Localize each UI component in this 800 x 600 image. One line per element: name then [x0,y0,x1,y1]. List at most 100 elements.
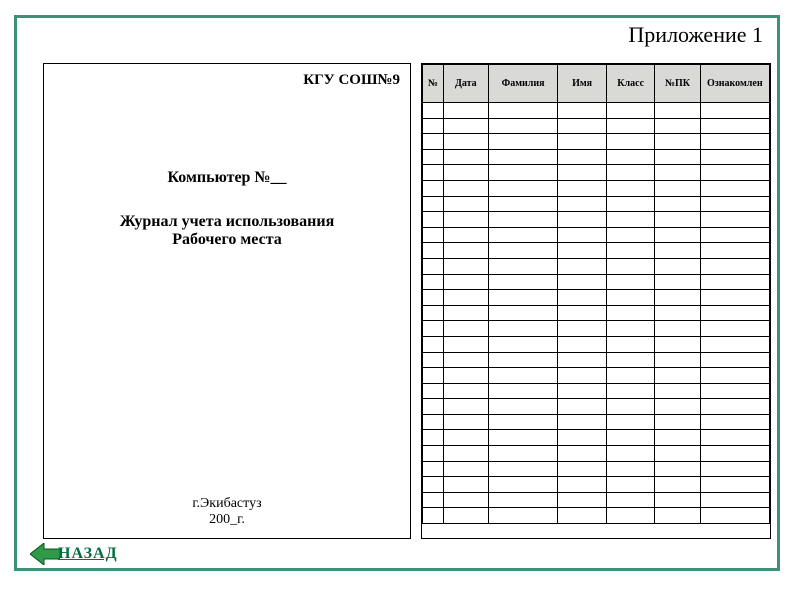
table-cell [558,383,607,399]
appendix-title: Приложение 1 [628,22,763,48]
table-cell [606,196,655,212]
table-cell [423,258,444,274]
table-cell [655,461,700,477]
table-cell [423,368,444,384]
table-cell [655,305,700,321]
table-cell [606,477,655,493]
table-cell [606,321,655,337]
table-cell [700,212,769,228]
table-cell [488,103,557,119]
table-cell [423,383,444,399]
table-cell [488,321,557,337]
table-cell [443,508,488,524]
table-cell [606,258,655,274]
table-cell [700,196,769,212]
table-cell [700,149,769,165]
table-cell [700,321,769,337]
table-row [423,321,770,337]
table-cell [488,492,557,508]
table-cell [443,274,488,290]
table-cell [558,508,607,524]
table-cell [700,274,769,290]
table-cell [488,134,557,150]
table-cell [700,305,769,321]
table-cell [443,414,488,430]
table-row [423,461,770,477]
table-cell [423,352,444,368]
table-cell [700,399,769,415]
th-ack: Ознакомлен [700,65,769,103]
back-link-text[interactable]: НАЗАД [58,545,118,563]
th-name: Имя [558,65,607,103]
table-cell [606,446,655,462]
table-cell [443,103,488,119]
table-cell [488,414,557,430]
table-cell [488,383,557,399]
th-pk: №ПК [655,65,700,103]
table-cell [423,461,444,477]
table-cell [423,336,444,352]
table-cell [488,336,557,352]
table-cell [558,492,607,508]
table-cell [488,118,557,134]
table-cell [443,336,488,352]
table-cell [655,508,700,524]
table-cell [558,414,607,430]
table-cell [700,352,769,368]
table-row [423,336,770,352]
table-cell [655,321,700,337]
table-cell [655,274,700,290]
table-cell [558,196,607,212]
table-cell [488,368,557,384]
table-cell [423,508,444,524]
table-cell [423,196,444,212]
table-cell [700,414,769,430]
table-cell [488,290,557,306]
table-cell [558,352,607,368]
journal-title-line2: Рабочего места [54,231,400,249]
table-row [423,492,770,508]
table-row [423,274,770,290]
table-cell [423,414,444,430]
table-cell [700,258,769,274]
table-cell [443,430,488,446]
table-row [423,180,770,196]
table-cell [443,492,488,508]
journal-title-line1: Журнал учета использования [54,213,400,231]
table-row [423,118,770,134]
table-row [423,508,770,524]
table-cell [488,477,557,493]
table-cell [423,118,444,134]
table-cell [655,414,700,430]
back-navigation[interactable]: НАЗАД [30,543,118,565]
table-row [423,103,770,119]
table-cell [558,134,607,150]
table-cell [606,414,655,430]
table-cell [558,477,607,493]
th-surname: Фамилия [488,65,557,103]
table-cell [655,399,700,415]
table-cell [655,165,700,181]
table-cell [423,477,444,493]
table-cell [558,321,607,337]
table-cell [423,430,444,446]
table-cell [423,134,444,150]
table-row [423,446,770,462]
table-cell [488,399,557,415]
table-cell [423,243,444,259]
table-cell [558,118,607,134]
table-cell [655,383,700,399]
table-row [423,212,770,228]
table-cell [423,446,444,462]
table-cell [558,243,607,259]
table-cell [700,243,769,259]
table-cell [606,149,655,165]
table-cell [488,258,557,274]
table-cell [488,180,557,196]
table-cell [558,165,607,181]
table-cell [700,446,769,462]
table-cell [655,212,700,228]
table-cell [443,180,488,196]
table-row [423,383,770,399]
table-cell [655,477,700,493]
